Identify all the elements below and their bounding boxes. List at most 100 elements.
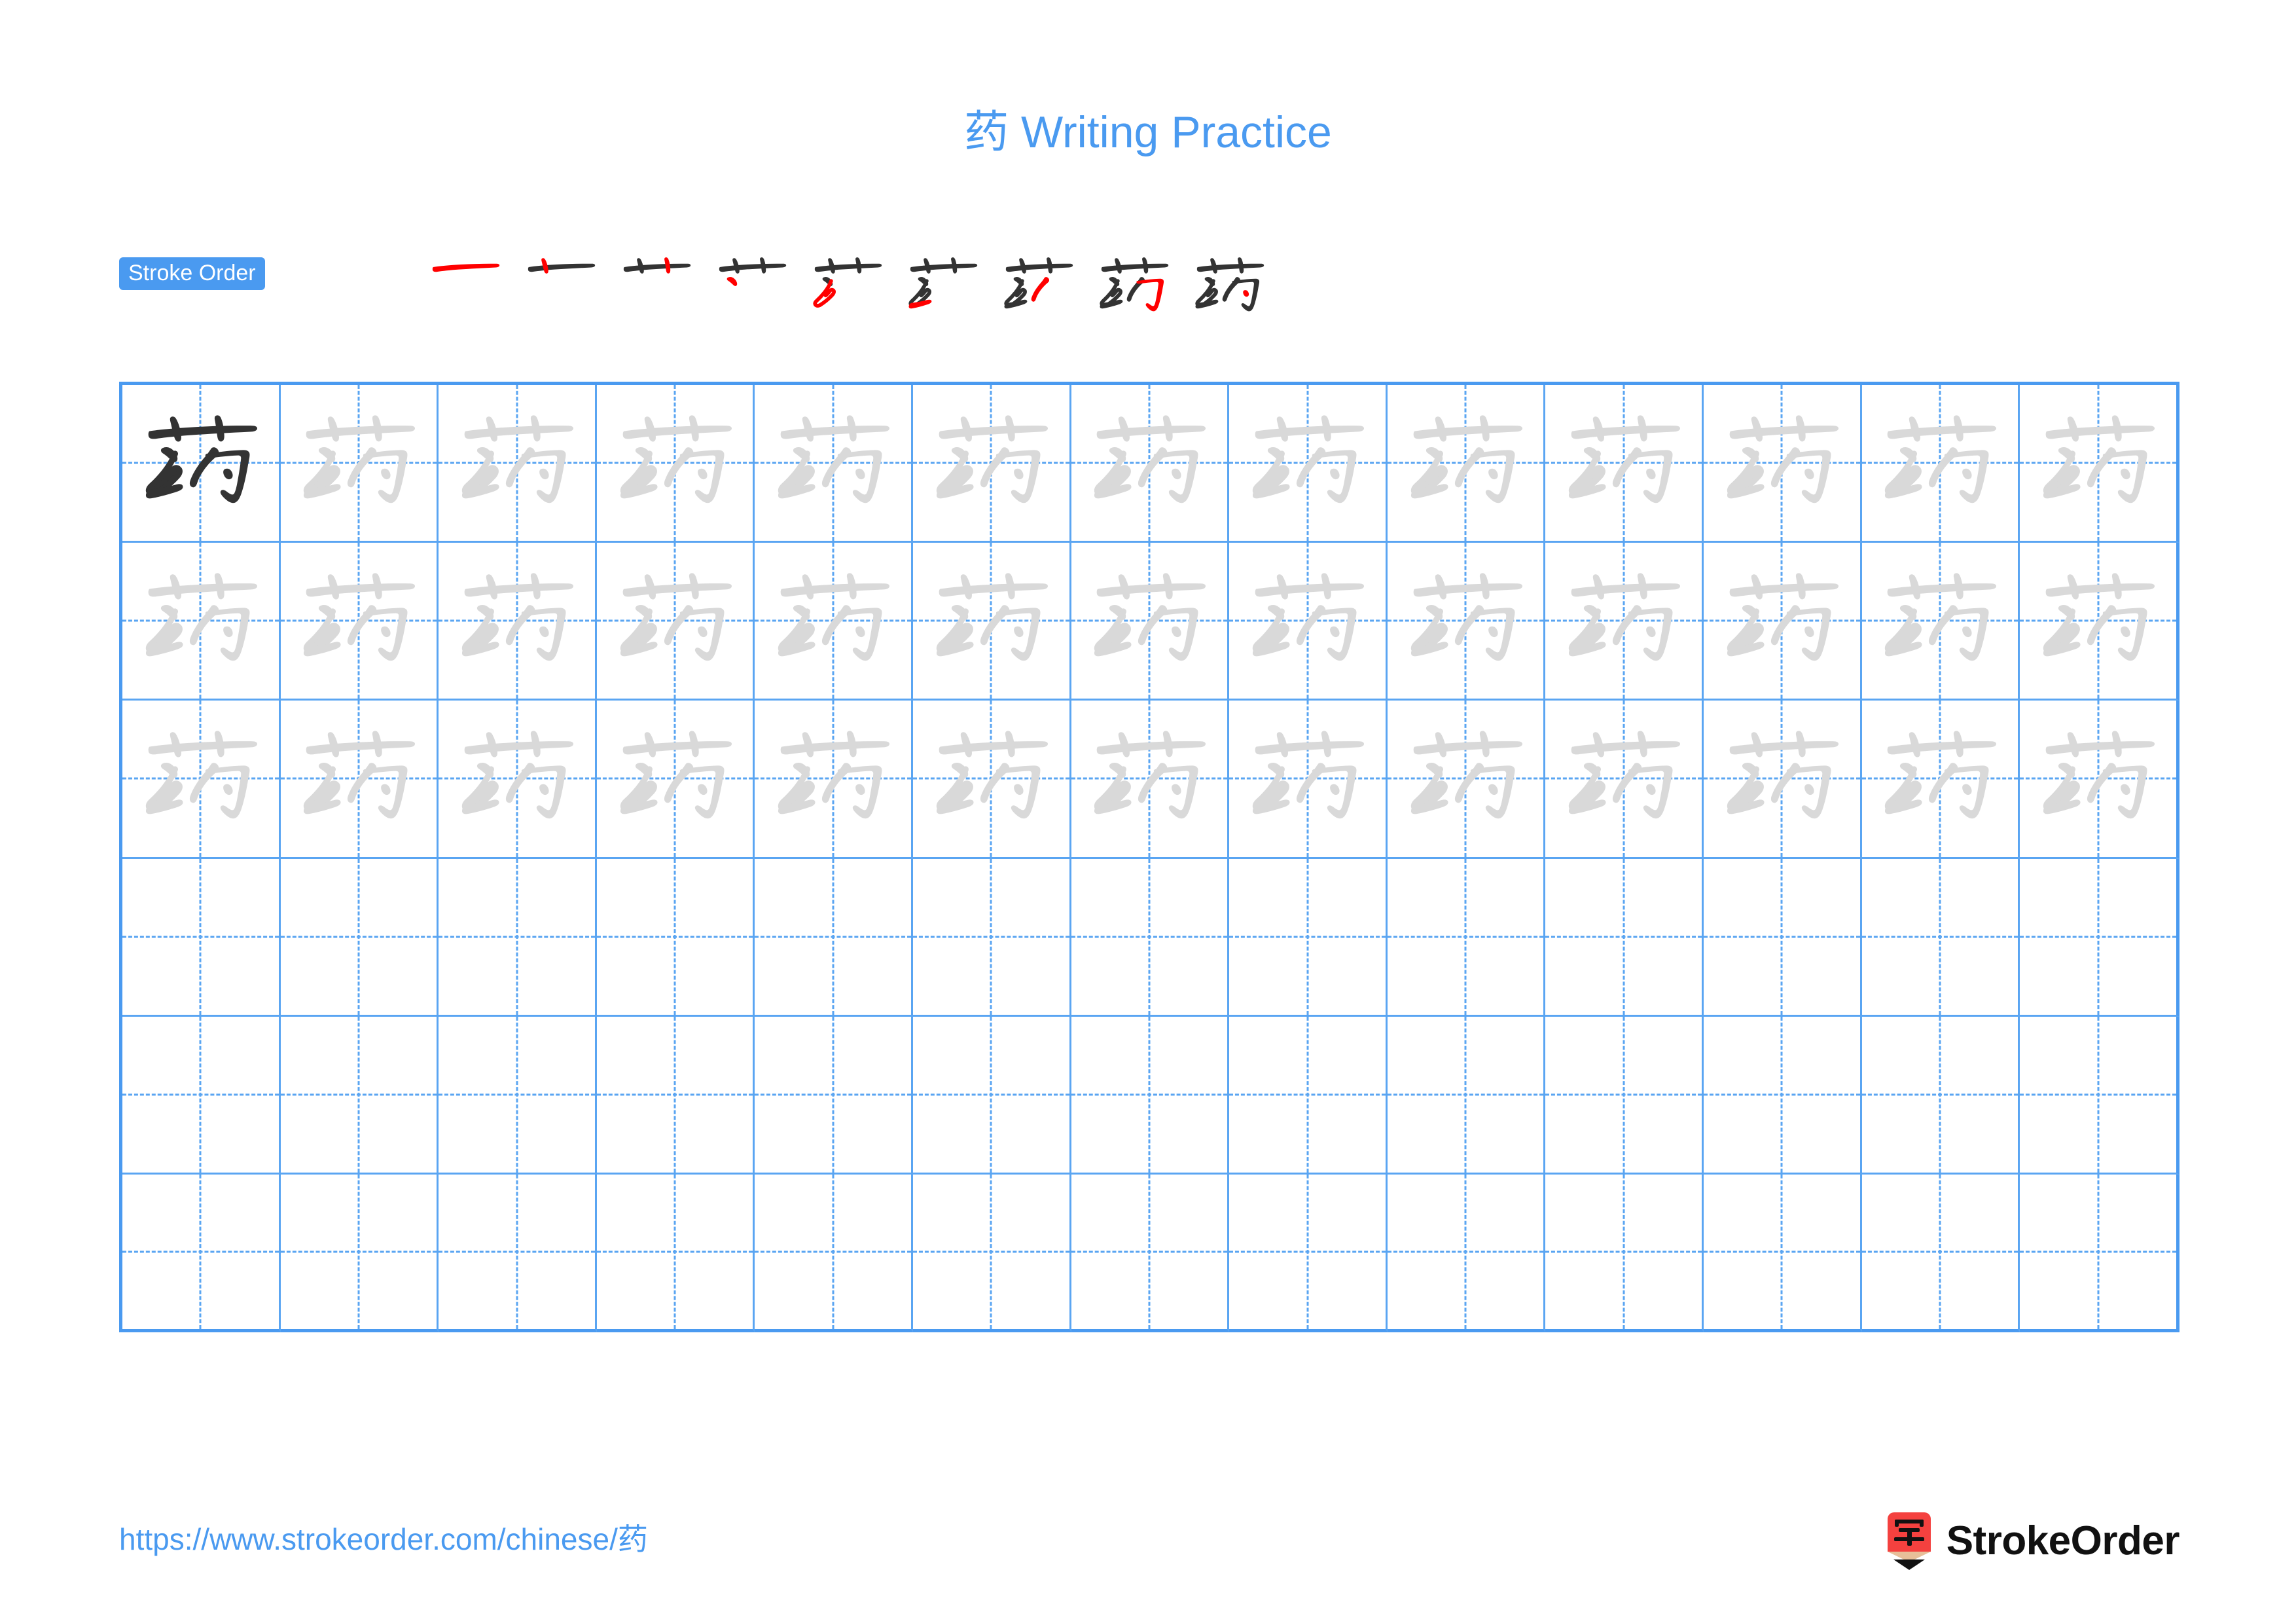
practice-cell-empty[interactable] bbox=[439, 1016, 597, 1175]
practice-cell-empty[interactable] bbox=[2020, 858, 2179, 1017]
practice-cell-empty[interactable] bbox=[122, 1016, 281, 1175]
practice-cell-empty[interactable] bbox=[1861, 858, 2020, 1017]
stroke-order-step-3 bbox=[608, 246, 704, 328]
cell-horizontal-guide bbox=[755, 1250, 912, 1253]
practice-cell-empty[interactable] bbox=[755, 1174, 914, 1333]
practice-cell-trace[interactable] bbox=[1229, 385, 1388, 543]
practice-cell-trace[interactable] bbox=[122, 543, 281, 701]
practice-cell-empty[interactable] bbox=[755, 1016, 914, 1175]
practice-cell-trace[interactable] bbox=[2020, 385, 2179, 543]
practice-cell-trace[interactable] bbox=[1387, 543, 1546, 701]
trace-character-glyph bbox=[755, 701, 911, 856]
practice-cell-trace[interactable] bbox=[439, 385, 597, 543]
cell-horizontal-guide bbox=[1704, 936, 1860, 938]
practice-cell-trace[interactable] bbox=[1387, 385, 1546, 543]
practice-cell-trace[interactable] bbox=[1229, 543, 1388, 701]
practice-cell-empty[interactable] bbox=[1071, 858, 1230, 1017]
practice-cell-empty[interactable] bbox=[280, 1016, 439, 1175]
cell-vertical-guide bbox=[199, 1174, 202, 1330]
practice-cell-trace[interactable] bbox=[439, 701, 597, 859]
practice-cell-model[interactable] bbox=[122, 385, 281, 543]
practice-cell-empty[interactable] bbox=[755, 858, 914, 1017]
practice-cell-trace[interactable] bbox=[1071, 543, 1230, 701]
practice-cell-empty[interactable] bbox=[280, 1174, 439, 1333]
practice-cell-trace[interactable] bbox=[755, 385, 914, 543]
practice-cell-trace[interactable] bbox=[280, 701, 439, 859]
practice-cell-trace[interactable] bbox=[913, 701, 1071, 859]
stroke-order-step-7 bbox=[990, 246, 1086, 328]
practice-cell-empty[interactable] bbox=[596, 1016, 755, 1175]
practice-cell-trace[interactable] bbox=[122, 701, 281, 859]
practice-cell-empty[interactable] bbox=[596, 1174, 755, 1333]
cell-vertical-guide bbox=[357, 1016, 360, 1173]
trace-character-glyph bbox=[1545, 385, 1702, 541]
practice-cell-trace[interactable] bbox=[280, 385, 439, 543]
cell-vertical-guide bbox=[1780, 1016, 1783, 1173]
trace-character-glyph bbox=[2020, 385, 2176, 541]
practice-cell-empty[interactable] bbox=[1545, 1016, 1704, 1175]
practice-cell-trace[interactable] bbox=[439, 543, 597, 701]
practice-cell-empty[interactable] bbox=[913, 858, 1071, 1017]
practice-cell-trace[interactable] bbox=[1861, 701, 2020, 859]
practice-cell-trace[interactable] bbox=[596, 543, 755, 701]
practice-cell-trace[interactable] bbox=[596, 385, 755, 543]
practice-cell-trace[interactable] bbox=[596, 701, 755, 859]
practice-cell-empty[interactable] bbox=[1861, 1174, 2020, 1333]
trace-character-glyph bbox=[439, 701, 595, 856]
practice-cell-empty[interactable] bbox=[2020, 1174, 2179, 1333]
practice-cell-empty[interactable] bbox=[1387, 1174, 1546, 1333]
practice-cell-trace[interactable] bbox=[2020, 701, 2179, 859]
practice-cell-empty[interactable] bbox=[1071, 1174, 1230, 1333]
practice-cell-trace[interactable] bbox=[913, 543, 1071, 701]
practice-cell-empty[interactable] bbox=[2020, 1016, 2179, 1175]
practice-cell-empty[interactable] bbox=[439, 858, 597, 1017]
practice-cell-empty[interactable] bbox=[1861, 1016, 2020, 1175]
practice-cell-trace[interactable] bbox=[280, 543, 439, 701]
practice-cell-empty[interactable] bbox=[1071, 1016, 1230, 1175]
practice-cell-empty[interactable] bbox=[1229, 1016, 1388, 1175]
practice-cell-empty[interactable] bbox=[1704, 858, 1862, 1017]
practice-cell-trace[interactable] bbox=[1387, 701, 1546, 859]
trace-character-glyph bbox=[597, 543, 753, 699]
practice-cell-empty[interactable] bbox=[1387, 1016, 1546, 1175]
practice-cell-empty[interactable] bbox=[1229, 858, 1388, 1017]
practice-cell-empty[interactable] bbox=[596, 858, 755, 1017]
practice-cell-trace[interactable] bbox=[1861, 543, 2020, 701]
trace-character-glyph bbox=[913, 385, 1069, 541]
practice-cell-empty[interactable] bbox=[122, 1174, 281, 1333]
practice-cell-trace[interactable] bbox=[1229, 701, 1388, 859]
source-url[interactable]: https://www.strokeorder.com/chinese/药 bbox=[119, 1524, 648, 1554]
stroke-order-sequence bbox=[417, 246, 1277, 331]
practice-cell-empty[interactable] bbox=[122, 858, 281, 1017]
practice-cell-empty[interactable] bbox=[1229, 1174, 1388, 1333]
practice-cell-empty[interactable] bbox=[1387, 858, 1546, 1017]
practice-cell-trace[interactable] bbox=[2020, 543, 2179, 701]
practice-cell-trace[interactable] bbox=[1071, 385, 1230, 543]
practice-cell-empty[interactable] bbox=[1704, 1174, 1862, 1333]
practice-cell-trace[interactable] bbox=[1071, 701, 1230, 859]
practice-cell-trace[interactable] bbox=[1704, 701, 1862, 859]
practice-cell-trace[interactable] bbox=[1545, 701, 1704, 859]
practice-cell-trace[interactable] bbox=[1704, 385, 1862, 543]
practice-cell-trace[interactable] bbox=[1704, 543, 1862, 701]
practice-cell-trace[interactable] bbox=[755, 543, 914, 701]
practice-cell-empty[interactable] bbox=[439, 1174, 597, 1333]
cell-horizontal-guide bbox=[1861, 1250, 2018, 1253]
practice-cell-trace[interactable] bbox=[1545, 385, 1704, 543]
practice-cell-trace[interactable] bbox=[1545, 543, 1704, 701]
practice-grid-row bbox=[122, 1174, 2179, 1333]
practice-cell-empty[interactable] bbox=[913, 1016, 1071, 1175]
cell-horizontal-guide bbox=[122, 1093, 279, 1096]
practice-cell-trace[interactable] bbox=[755, 701, 914, 859]
cell-vertical-guide bbox=[516, 1174, 518, 1330]
practice-cell-empty[interactable] bbox=[1545, 1174, 1704, 1333]
practice-cell-empty[interactable] bbox=[1545, 858, 1704, 1017]
practice-cell-trace[interactable] bbox=[1861, 385, 2020, 543]
stroke-order-step-4 bbox=[704, 246, 799, 328]
practice-cell-empty[interactable] bbox=[913, 1174, 1071, 1333]
practice-cell-empty[interactable] bbox=[1704, 1016, 1862, 1175]
cell-vertical-guide bbox=[1623, 858, 1625, 1015]
practice-cell-empty[interactable] bbox=[280, 858, 439, 1017]
cell-horizontal-guide bbox=[1071, 936, 1228, 938]
practice-cell-trace[interactable] bbox=[913, 385, 1071, 543]
